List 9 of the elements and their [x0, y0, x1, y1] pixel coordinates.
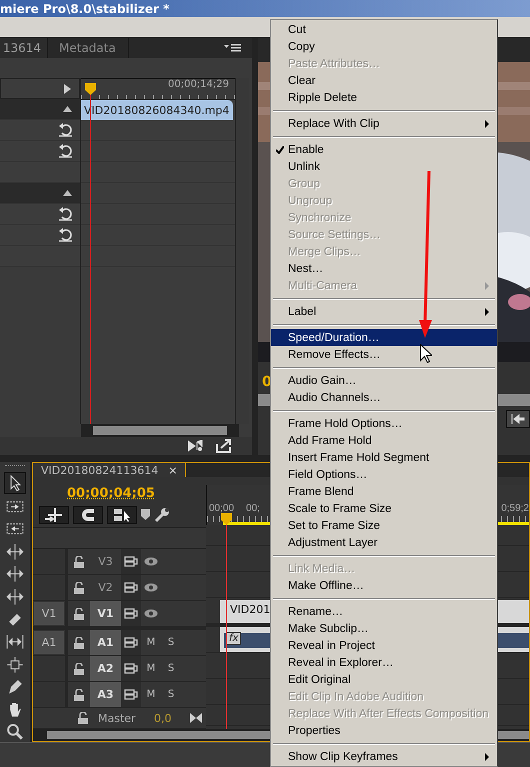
- ruler-timecode: 00;00;14;29: [168, 79, 229, 92]
- window-title: miere Pro\8.0\stabilizer *: [0, 2, 170, 16]
- ruler-label: 0;59;2: [501, 503, 529, 514]
- ruler-label: 00;: [246, 503, 260, 514]
- fx-badge: fx: [226, 632, 242, 646]
- sequence-name: VID20180824113614: [41, 464, 158, 477]
- master-track-name: Master: [98, 712, 137, 725]
- ruler-label: 00;00: [209, 503, 234, 514]
- sequence-timecode: 00;00;04;05: [66, 485, 156, 502]
